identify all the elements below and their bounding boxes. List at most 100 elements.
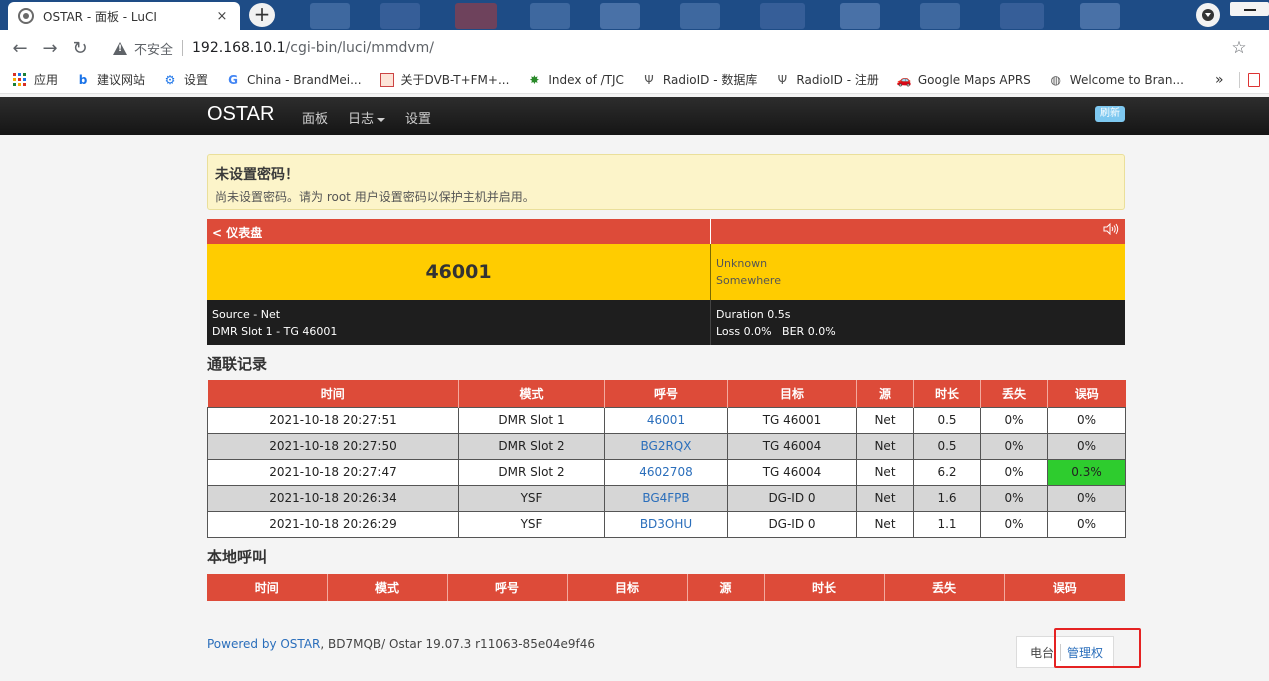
close-icon[interactable]: ×	[214, 9, 230, 24]
local-calls-title: 本地呼叫	[207, 548, 268, 566]
luci-navbar: OSTAR 面板 日志 设置 刷新	[0, 97, 1269, 135]
address-bar[interactable]: 不安全 192.168.10.1 /cgi-bin/luci/mmdvm/	[113, 34, 1219, 62]
cell-mode: DMR Slot 1	[458, 406, 605, 434]
cell-source: Net	[856, 458, 914, 486]
background-thumbnail	[455, 3, 497, 29]
tab-title: OSTAR - 面板 - LuCI	[43, 9, 157, 24]
insecure-label[interactable]: 不安全	[134, 39, 173, 58]
call-log-title: 通联记录	[207, 355, 268, 373]
column-header-callsign: 呼号	[604, 380, 728, 407]
cell-callsign-link[interactable]: BG4FPB	[604, 484, 728, 512]
url-host[interactable]: 192.168.10.1	[192, 40, 286, 56]
caller-location: Somewhere	[716, 274, 781, 287]
profile-menu-icon[interactable]	[1196, 3, 1220, 27]
column-header-loss: 丢失	[883, 574, 1004, 601]
bookmark-radioid-register[interactable]: Ψ RadioID - 注册	[775, 71, 879, 88]
cell-duration: 1.6	[913, 484, 981, 512]
cell-duration: 1.1	[913, 510, 981, 538]
bookmarks-overflow-icon[interactable]: »	[1215, 72, 1224, 88]
menu-item-label: 日志	[348, 112, 375, 127]
column-header-source: 源	[686, 574, 764, 601]
column-header-loss: 丢失	[980, 380, 1048, 407]
menu-item-settings[interactable]: 设置	[405, 108, 431, 127]
bookmark-radioid-db[interactable]: Ψ RadioID - 数据库	[642, 71, 757, 88]
cell-mode: DMR Slot 2	[458, 432, 605, 460]
cell-loss: 0%	[980, 484, 1048, 512]
cell-callsign-link[interactable]: BD3OHU	[604, 510, 728, 538]
local-calls-table: 时间 模式 呼号 目标 源 时长 丢失 误码	[207, 574, 1125, 601]
cell-mode: YSF	[458, 484, 605, 512]
warning-icon[interactable]	[113, 41, 127, 55]
browser-tab-active[interactable]: OSTAR - 面板 - LuCI ×	[8, 2, 240, 30]
column-header-callsign: 呼号	[446, 574, 567, 601]
cell-callsign-link[interactable]: BG2RQX	[604, 432, 728, 460]
footer: Powered by OSTAR, BD7MQB/ Ostar 19.07.3 …	[207, 637, 595, 651]
speaker-svg	[1103, 222, 1119, 236]
radio-waves-icon	[18, 8, 34, 24]
table-row: 2021-10-18 20:26:29 YSF BD3OHU DG-ID 0 N…	[207, 510, 1126, 538]
bookmarks-bar: 应用 b 建议网站 ⚙ 设置 G China - BrandMei... 关于D…	[0, 66, 1269, 94]
cell-duration: 6.2	[913, 458, 981, 486]
source-label: Source - Net	[212, 308, 281, 321]
minimize-window-button[interactable]	[1230, 2, 1269, 16]
bookmark-star-icon[interactable]: ☆	[1219, 38, 1259, 58]
antenna-icon: Ψ	[777, 72, 788, 87]
powered-by-link[interactable]: Powered by OSTAR	[207, 637, 320, 651]
url-separator	[182, 40, 184, 56]
main-menu: 面板 日志 设置	[302, 108, 451, 127]
cell-time: 2021-10-18 20:26:29	[207, 510, 459, 538]
google-icon: G	[228, 72, 238, 87]
cell-callsign-link[interactable]: 4602708	[604, 458, 728, 486]
gear-icon: ⚙	[164, 72, 176, 87]
background-thumbnail	[1000, 3, 1044, 29]
speaker-icon[interactable]	[711, 219, 1125, 244]
url-path[interactable]: /cgi-bin/luci/mmdvm/	[286, 40, 434, 56]
column-header-source: 源	[856, 380, 914, 407]
cell-time: 2021-10-18 20:27:47	[207, 458, 459, 486]
cell-target: TG 46001	[727, 406, 857, 434]
background-thumbnail	[600, 3, 640, 29]
back-arrow-icon[interactable]: ←	[5, 38, 35, 59]
cell-callsign-link[interactable]: 46001	[604, 406, 728, 434]
bookmark-welcome-bran[interactable]: ◍ Welcome to Bran...	[1049, 73, 1184, 87]
cell-loss: 0%	[980, 458, 1048, 486]
bookmark-google-maps-aprs[interactable]: 🚗 Google Maps APRS	[897, 73, 1031, 87]
column-header-time: 时间	[207, 574, 327, 601]
column-header-ber: 误码	[1047, 380, 1126, 407]
new-tab-button[interactable]: +	[249, 3, 275, 27]
cell-loss: 0%	[980, 406, 1048, 434]
column-header-mode: 模式	[326, 574, 447, 601]
bookmark-china-brandmei[interactable]: G China - BrandMei...	[226, 72, 361, 87]
reading-list-icon[interactable]	[1248, 73, 1260, 87]
bookmark-label: RadioID - 注册	[796, 73, 879, 87]
cell-ber: 0%	[1047, 510, 1126, 538]
refresh-badge[interactable]: 刷新	[1095, 106, 1125, 122]
cell-target: TG 46004	[727, 458, 857, 486]
bookmark-dvb[interactable]: 关于DVB-T+FM+...	[379, 71, 509, 88]
dashboard-title[interactable]: < 仪表盘	[207, 219, 711, 244]
menu-item-panel[interactable]: 面板	[302, 108, 328, 127]
column-header-duration: 时长	[763, 574, 884, 601]
cell-duration: 0.5	[913, 432, 981, 460]
brand-logo[interactable]: OSTAR	[207, 103, 274, 126]
bookmark-label: Welcome to Bran...	[1069, 72, 1184, 87]
reload-icon[interactable]: ↻	[65, 38, 95, 59]
password-warning-alert: 未设置密码！ 尚未设置密码。请为 root 用户设置密码以保护主机并启用。	[207, 154, 1125, 210]
bookmark-label: 建议网站	[97, 73, 146, 87]
car-icon: 🚗	[896, 72, 912, 87]
column-header-ber: 误码	[1003, 574, 1125, 601]
duration-label: Duration 0.5s	[716, 308, 791, 321]
bookmark-settings[interactable]: ⚙ 设置	[163, 71, 208, 88]
cell-target: TG 46004	[727, 432, 857, 460]
menu-item-logs[interactable]: 日志	[348, 108, 386, 127]
bookmark-suggested-sites[interactable]: b 建议网站	[76, 71, 145, 88]
annotation-highlight-box	[1054, 628, 1141, 668]
bookmark-apps[interactable]: 应用	[13, 71, 58, 88]
forward-arrow-icon[interactable]: →	[35, 38, 65, 59]
bing-icon: b	[78, 72, 88, 87]
dashboard-details: Source - Net DMR Slot 1 - TG 46001 Durat…	[207, 300, 1125, 345]
bookmark-index-tjc[interactable]: ✸ Index of /TJC	[527, 73, 624, 87]
table-row: 2021-10-18 20:27:50 DMR Slot 2 BG2RQX TG…	[207, 432, 1126, 460]
cell-time: 2021-10-18 20:27:50	[207, 432, 459, 460]
column-header-duration: 时长	[913, 380, 981, 407]
